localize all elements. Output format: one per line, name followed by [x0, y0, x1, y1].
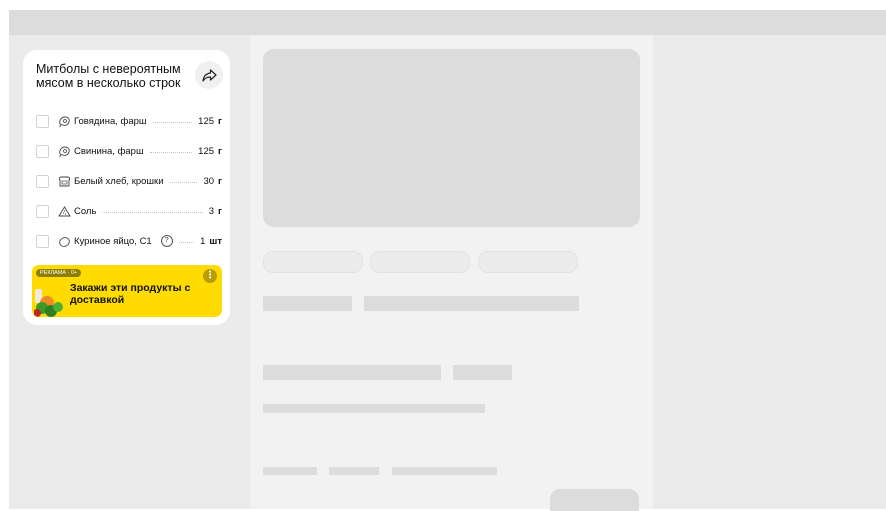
tag-placeholder [478, 251, 578, 273]
leader-dots [169, 181, 198, 183]
text-placeholder [263, 296, 352, 311]
content-skeleton [250, 35, 653, 511]
leader-dots [102, 211, 203, 213]
text-placeholder [364, 296, 579, 311]
bread-icon [58, 175, 71, 188]
amount-value: 125 [198, 115, 215, 127]
ad-text: Закажи эти продукты с доставкой [70, 282, 191, 306]
ingredient-amount: 1 шт [200, 236, 222, 247]
ingredient-name: Куриное яйцо, С1 [74, 235, 152, 247]
meat-icon [58, 145, 71, 158]
amount-unit: г [218, 205, 222, 217]
image-placeholder [263, 49, 640, 227]
tag-placeholder [263, 251, 363, 273]
text-placeholder [392, 467, 497, 475]
ingredient-row: Свинина, фарш 125 г [36, 136, 222, 166]
ingredient-checkbox[interactable] [36, 114, 49, 128]
amount-unit: г [218, 175, 222, 187]
ingredient-name: Говядина, фарш [74, 115, 147, 127]
page-frame: Митболы с невероятным мясом в несколько … [9, 10, 886, 511]
ingredient-row: Соль 3г [36, 196, 222, 226]
ingredient-checkbox[interactable] [36, 174, 49, 188]
text-placeholder [329, 467, 379, 475]
help-icon[interactable]: ? [160, 235, 173, 247]
groceries-image [34, 289, 63, 317]
ingredient-amount: 3г [209, 206, 222, 217]
tag-placeholder [370, 251, 470, 273]
ingredient-row: Куриное яйцо, С1 ? 1 шт [36, 226, 222, 256]
ingredient-name: Соль [74, 205, 97, 217]
egg-icon [58, 235, 71, 248]
ingredient-row: Говядина, фарш 125 г [36, 106, 222, 136]
ingredient-checkbox[interactable] [36, 234, 49, 248]
amount-unit: шт [209, 235, 222, 247]
more-options-icon[interactable]: ⋮ [203, 269, 217, 283]
meat-icon [58, 115, 71, 128]
recipe-title: Митболы с невероятным мясом в несколько … [36, 62, 181, 90]
amount-unit: г [218, 145, 222, 157]
text-placeholder [263, 467, 317, 475]
ingredient-amount: 125 г [198, 116, 222, 127]
leader-dots [152, 121, 193, 123]
text-placeholder [263, 404, 485, 413]
amount-value: 3 [208, 205, 215, 217]
delivery-ad-banner[interactable]: РЕКЛАМА · 0+ Закажи эти продукты с доста… [32, 265, 222, 317]
amount-unit: г [218, 115, 222, 127]
amount-value: 30 [203, 175, 215, 187]
ad-badge: РЕКЛАМА · 0+ [36, 269, 82, 277]
leader-dots [149, 151, 193, 153]
ingredient-checkbox[interactable] [36, 204, 49, 218]
text-placeholder [453, 365, 512, 380]
ingredient-amount: 125 г [198, 146, 222, 157]
button-placeholder [550, 489, 639, 511]
right-column [653, 35, 886, 509]
share-arrow-icon [201, 68, 217, 82]
ingredient-name: Белый хлеб, крошки [74, 175, 164, 187]
ingredient-name: Свинина, фарш [74, 145, 144, 157]
top-bar [9, 10, 886, 35]
ingredient-checkbox[interactable] [36, 144, 49, 158]
ingredient-list: Говядина, фарш 125г Свинина, фарш 125г [36, 106, 222, 256]
amount-value: 125 [198, 145, 215, 157]
share-button[interactable] [195, 61, 223, 89]
ingredient-row: Белый хлеб, крошки 30 г [36, 166, 222, 196]
ingredient-amount: 30 г [203, 176, 222, 187]
salt-icon [58, 205, 71, 218]
recipe-ingredients-card: Митболы с невероятным мясом в несколько … [23, 50, 230, 325]
leader-dots [178, 241, 195, 243]
amount-value: 1 [200, 235, 206, 247]
left-column: Митболы с невероятным мясом в несколько … [9, 35, 250, 509]
text-placeholder [263, 365, 441, 380]
